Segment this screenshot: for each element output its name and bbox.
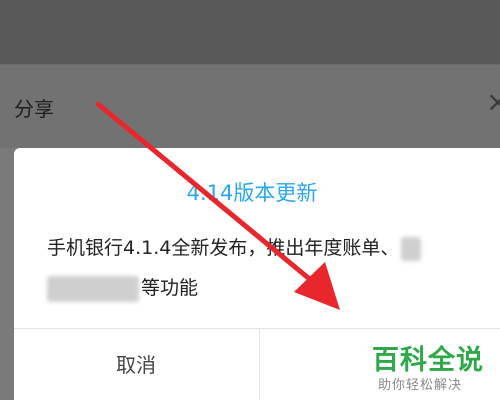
watermark-subtitle: 助你轻松解决 (378, 378, 463, 393)
dialog-message-line1: 手机银行4.1.4全新发布，推出年度账单、 (47, 237, 400, 259)
redacted-text (401, 236, 422, 261)
cancel-button[interactable]: 取消 (14, 329, 258, 400)
dialog-message: 手机银行4.1.4全新发布，推出年度账单、 等功能 (47, 228, 467, 308)
top-bar (0, 0, 500, 64)
share-label: 分享 (14, 97, 54, 121)
dialog-title: 4.14版本更新 (186, 181, 318, 205)
share-row[interactable]: 分享 × (0, 64, 500, 149)
dialog-message-line2: 等功能 (141, 277, 199, 299)
watermark: 百科全说 助你轻松解决 (364, 334, 500, 400)
watermark-logo: 百科全说 (372, 345, 484, 376)
close-icon[interactable]: × (486, 87, 500, 117)
redacted-text (47, 275, 139, 302)
phone-screen: 分享 × 4.14版本更新 手机银行4.1.4全新发布，推出年度账单、 等功能 … (0, 0, 500, 400)
